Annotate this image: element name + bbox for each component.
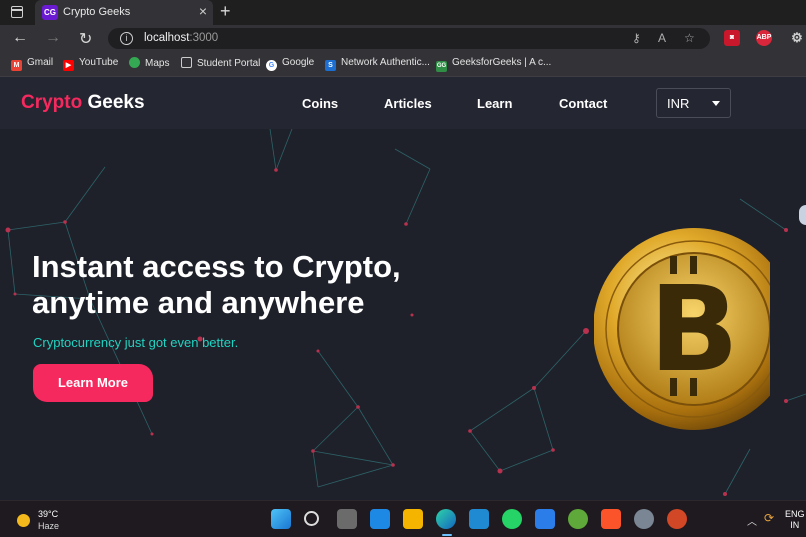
currency-select[interactable]: INR [656,88,731,118]
gmail-icon: M [11,60,22,71]
url-field[interactable]: i localhost:3000 ⚷ A ☆ [108,28,710,49]
powerpoint-icon[interactable] [667,509,687,529]
key-icon[interactable]: ⚷ [632,31,641,45]
nav-articles[interactable]: Articles [384,96,432,111]
file-explorer-icon[interactable] [403,509,423,529]
site-navbar: Crypto Geeks Coins Articles Learn Contac… [0,77,806,129]
site-logo[interactable]: Crypto Geeks [21,92,145,114]
scroll-to-top-button[interactable] [799,205,806,225]
bookmark-maps[interactable]: Maps [129,57,169,69]
bookmark-student-portal[interactable]: Student Portal [181,57,260,69]
windows-taskbar: 39°C Haze ︿ ⟳ ENG IN [0,500,806,537]
bookmark-google[interactable]: G Google [266,57,314,71]
maps-icon [129,57,140,68]
search-icon[interactable] [304,511,319,526]
url-text: localhost:3000 [144,32,219,44]
read-aloud-icon[interactable]: A [658,31,666,45]
bookmark-youtube[interactable]: ▶ YouTube [63,57,118,71]
bookmark-network-auth[interactable]: S Network Authentic... [325,57,430,71]
adblock-extension-icon[interactable]: ABP [756,30,772,46]
gfg-icon: GG [436,61,447,72]
nav-coins[interactable]: Coins [302,96,338,111]
currency-value: INR [667,96,690,111]
hero-section: Instant access to Crypto, anytime and an… [0,129,806,500]
nav-learn[interactable]: Learn [477,96,512,111]
new-tab-icon[interactable]: + [220,1,231,22]
pocket-extension-icon[interactable]: ◙ [724,30,740,46]
hero-headline: Instant access to Crypto, anytime and an… [32,249,401,320]
extensions-icon[interactable]: ⚙ [789,30,805,46]
back-icon[interactable]: ← [12,29,28,47]
bookmark-gmail[interactable]: M Gmail [11,57,53,71]
page-icon [181,57,192,68]
tab-favicon: CG [42,5,58,20]
google-icon: G [266,60,277,71]
start-menu-icon[interactable] [271,509,291,529]
bookmark-geeksforgeeks[interactable]: GG GeeksforGeeks | A c... [436,57,551,72]
weather-sun-icon[interactable] [17,514,30,527]
network-icon: S [325,60,336,71]
address-bar: ← → ↻ i localhost:3000 ⚷ A ☆ ◙ ABP ⚙ [0,25,806,52]
spring-tools-icon[interactable] [568,509,588,529]
info-icon[interactable]: i [120,32,133,45]
bookmarks-bar: M Gmail ▶ YouTube Maps Student Portal G Goo… [0,52,806,77]
whatsapp-icon[interactable] [502,509,522,529]
hero-subheading: Cryptocurrency just got even better. [33,335,239,350]
settings-icon[interactable] [634,509,654,529]
weather-temperature[interactable]: 39°C [38,509,58,519]
vscode-icon[interactable] [469,509,489,529]
task-view-icon[interactable] [337,509,357,529]
browser-titlebar: CG Crypto Geeks × + [0,0,806,25]
forward-icon[interactable]: → [45,29,61,47]
language-indicator[interactable]: ENG IN [785,509,805,531]
todo-icon[interactable] [535,509,555,529]
nav-contact[interactable]: Contact [559,96,607,111]
mail-icon[interactable] [370,509,390,529]
bitcoin-coin-image: B [594,228,770,430]
close-icon[interactable]: × [199,3,207,19]
tab-crypto-geeks[interactable]: CG Crypto Geeks × [35,0,213,25]
brave-icon[interactable] [601,509,621,529]
refresh-icon[interactable]: ↻ [79,29,92,49]
favorite-star-icon[interactable]: ☆ [684,31,695,45]
web-page: Crypto Geeks Coins Articles Learn Contac… [0,77,806,500]
edge-browser-icon[interactable] [436,509,456,529]
sync-icon[interactable]: ⟳ [764,511,774,525]
svg-text:B: B [649,260,739,398]
weather-description[interactable]: Haze [38,521,59,531]
tab-title: Crypto Geeks [63,6,131,18]
active-app-indicator [442,534,452,536]
chevron-up-icon[interactable]: ︿ [747,513,757,528]
youtube-icon: ▶ [63,60,74,71]
tab-actions-icon[interactable] [11,6,23,18]
chevron-down-icon [712,101,720,106]
learn-more-button[interactable]: Learn More [33,364,153,402]
